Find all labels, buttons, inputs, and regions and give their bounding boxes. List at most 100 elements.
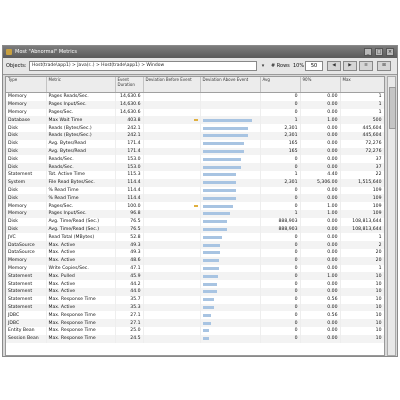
cell-deviation-before: [143, 256, 201, 265]
table-row[interactable]: Disk% Read Time 114.4 0 0.00 109: [6, 194, 384, 203]
cell-deviation-above: [200, 295, 261, 304]
column-header-type[interactable]: Type: [6, 77, 47, 93]
table-header-row: Type Metric Event Duration Deviation Bef…: [6, 77, 384, 93]
column-header-90pct[interactable]: 90%: [300, 77, 341, 93]
table-row[interactable]: Disk Avg. Time/Read (Sec.) 76.5 888,903 0.00…: [6, 217, 384, 226]
table-row[interactable]: Statement Max. Active 35.3 0 0.00 10: [6, 303, 384, 312]
abnormal-metrics-window: Most "Abnormal" Metrics _ □ × Objects: H…: [2, 45, 398, 357]
cell-avg: 888,903: [260, 225, 301, 234]
table-row[interactable]: Disk Reads/Sec. 153.0 0 0.00 37: [6, 155, 384, 164]
cell-type: Memory: [6, 100, 47, 109]
cell-deviation-before: [143, 108, 201, 117]
table-row[interactable]: Statement Tot. Active Time 115.3 1 4.40 22: [6, 170, 384, 179]
cell-event-duration: 49.3: [115, 241, 144, 249]
table-row[interactable]: Memory Pages/Sec. 100.0 0 1.00 109: [6, 202, 384, 210]
cell-event-duration: 48.6: [115, 256, 144, 265]
table-row[interactable]: Disk Avg. Bytes/Read 171.4 165 0.00 72,276: [6, 147, 384, 156]
vertical-scrollbar[interactable]: [387, 76, 396, 356]
cell-type: Disk: [6, 186, 47, 195]
cell-deviation-before: [143, 295, 201, 304]
objects-path-field[interactable]: Host(trade\app1) > Java(r..) > Host(trad…: [29, 61, 257, 71]
cell-deviation-before: [143, 209, 201, 218]
table-row[interactable]: Statement Max. Active 44.2 0 0.00 10: [6, 280, 384, 288]
cell-deviation-above: [200, 147, 261, 156]
metrics-table-container: Type Metric Event Duration Deviation Bef…: [5, 76, 385, 356]
cell-max: 37: [340, 155, 384, 164]
cell-type: Memory: [6, 264, 47, 273]
next-button[interactable]: ▶: [343, 61, 357, 71]
cell-max: 10: [340, 287, 384, 296]
table-body: Memory Pages Reads/Sec. 14,630.6 0 0.00 1 Memo…: [6, 92, 384, 343]
toolbar: Objects: Host(trade\app1) > Java(r..) > …: [3, 58, 397, 75]
previous-button[interactable]: ◀: [327, 61, 341, 71]
cell-deviation-before: [143, 139, 201, 148]
cell-avg: 0: [260, 100, 301, 109]
table-row[interactable]: DataSource Max. Active 49.3 0 0.00 2: [6, 241, 384, 249]
cell-deviation-above: [200, 280, 261, 288]
table-row[interactable]: Disk Avg. Time/Read (Sec.) 76.5 888,903 0.00…: [6, 225, 384, 234]
minimize-button[interactable]: _: [364, 48, 372, 56]
cell-90pct: 0.00: [300, 280, 341, 288]
column-header-metric[interactable]: Metric: [46, 77, 116, 93]
column-header-deviation-above[interactable]: Deviation Above Event: [200, 77, 261, 93]
rows-input[interactable]: 50: [305, 61, 323, 71]
cell-90pct: 0.00: [300, 194, 341, 203]
table-row[interactable]: Memory Write Copies/Sec. 47.1 0 0.00 1: [6, 264, 384, 273]
cell-90pct: 0.00: [300, 264, 341, 273]
table-row[interactable]: Statement Max. Pulled 45.9 0 1.00 10: [6, 272, 384, 281]
table-row[interactable]: JDBC Max. Response Time 27.1 0 0.56 10: [6, 311, 384, 320]
column-header-avg[interactable]: Avg: [260, 77, 301, 93]
table-row[interactable]: DataSource Max. Active 49.3 0 0.00 20: [6, 248, 384, 257]
column-header-deviation-before[interactable]: Deviation Before Event: [143, 77, 201, 93]
cell-metric: Read Total (MBytes): [46, 233, 116, 242]
cell-type: JVC: [6, 233, 47, 242]
table-row[interactable]: Disk Avg. Bytes/Read 171.4 165 0.00 72,276: [6, 139, 384, 148]
table-row[interactable]: Memory Max. Active 48.6 0 0.00 20: [6, 256, 384, 265]
cell-deviation-before: [143, 334, 201, 343]
deviation-bar: [202, 204, 233, 208]
list-view-button[interactable]: ≡: [359, 61, 373, 71]
table-row[interactable]: Session Bean Max. Response Time 24.5 0 0.00 1…: [6, 334, 384, 343]
cell-avg: 0: [260, 256, 301, 265]
chevron-down-icon[interactable]: ▾: [259, 62, 267, 70]
table-row[interactable]: Statement Max. Active 44.0 0 0.00 10: [6, 287, 384, 296]
cell-metric: Max Wait Time: [46, 116, 116, 125]
table-row[interactable]: Disk Reads/Sec. 153.0 0 0.00 37: [6, 163, 384, 171]
cell-deviation-before: [143, 124, 201, 132]
table-row[interactable]: Disk Reads (Bytes/Sec.) 242.1 2,301 0.00 445,…: [6, 124, 384, 132]
deviation-bar: [202, 321, 211, 325]
table-row[interactable]: JVC Read Total (MBytes) 52.8 0 0.00 1: [6, 233, 384, 242]
cell-avg: 0: [260, 163, 301, 171]
cell-deviation-above: [200, 264, 261, 273]
table-row[interactable]: Disk% Read Time 114.4 0 0.00 109: [6, 186, 384, 195]
title-bar[interactable]: Most "Abnormal" Metrics _ □ ×: [3, 46, 397, 58]
table-row[interactable]: Database Max Wait Time 403.8 1 1.00 500: [6, 116, 384, 125]
table-row[interactable]: JDBC Max. Response Time 27.1 0 0.00 10: [6, 319, 384, 327]
table-row[interactable]: Statement Max. Response Time 35.7 0 0.56 10: [6, 295, 384, 304]
table-row[interactable]: Memory Pages/Sec. 14,630.6 0 0.00 1: [6, 108, 384, 117]
table-row[interactable]: Memory Pages Reads/Sec. 14,630.6 0 0.00 1: [6, 92, 384, 101]
cell-metric: Max. Response Time: [46, 319, 116, 327]
cell-deviation-above: [200, 131, 261, 140]
cell-event-duration: 153.0: [115, 155, 144, 164]
cell-event-duration: 35.7: [115, 295, 144, 304]
cell-event-duration: 14,630.6: [115, 108, 144, 117]
column-header-event-duration[interactable]: Event Duration: [115, 77, 144, 93]
table-row[interactable]: Memory Pages Input/Sec. 96.8 1 1.00 109: [6, 209, 384, 218]
table-row[interactable]: Entity Bean Max. Response Time 25.0 0 0.00 10: [6, 326, 384, 335]
maximize-button[interactable]: □: [375, 48, 383, 56]
grid-view-button[interactable]: ⊞: [377, 61, 391, 71]
table-row[interactable]: Disk Reads (Bytes/Sec.) 242.1 2,301 0.00 445,…: [6, 131, 384, 140]
cell-type: Session Bean: [6, 334, 47, 343]
scrollbar-thumb[interactable]: [389, 87, 396, 129]
cell-avg: 0: [260, 194, 301, 203]
column-header-max[interactable]: Max: [340, 77, 384, 93]
cell-max: 445,604: [340, 124, 384, 132]
close-button[interactable]: ×: [386, 48, 394, 56]
cell-max: 72,276: [340, 139, 384, 148]
table-row[interactable]: Memory Pages Input/Sec. 14,630.6 0 0.00 1: [6, 100, 384, 109]
table-row[interactable]: System File Read Bytes/Sec. 114.4 2,301 5,30…: [6, 178, 384, 187]
cell-metric: Reads/Sec.: [46, 155, 116, 164]
cell-metric: % Read Time: [46, 186, 116, 195]
cell-avg: 0: [260, 280, 301, 288]
